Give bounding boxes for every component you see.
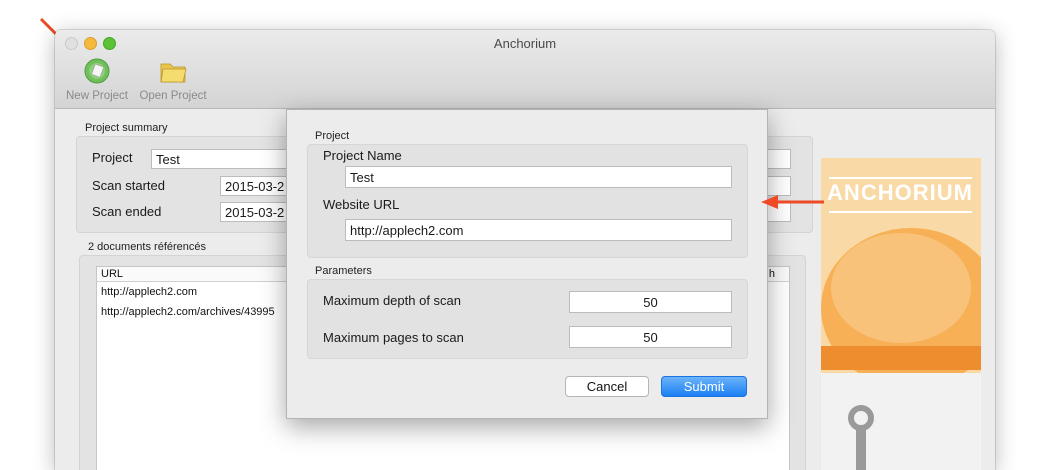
open-project-button[interactable]: Open Project	[135, 56, 211, 102]
new-project-sheet: Project Project Name Test Website URL ht…	[286, 109, 768, 419]
documents-label: 2 documents référencés	[88, 241, 207, 253]
banner-text: ANCHORIUM	[827, 180, 973, 205]
project-label: Project	[92, 150, 133, 165]
new-project-button[interactable]: New Project	[62, 56, 132, 102]
parameters-group-label: Parameters	[315, 265, 372, 277]
column-right-header[interactable]: h	[769, 268, 775, 280]
new-project-label: New Project	[66, 90, 128, 102]
table-row[interactable]: http://applech2.com	[101, 286, 197, 298]
project-group-label: Project	[315, 130, 350, 142]
project-summary-label: Project summary	[85, 122, 168, 134]
submit-button[interactable]: Submit	[661, 376, 747, 397]
banner-line-bottom	[829, 211, 972, 213]
window-title: Anchorium	[493, 36, 557, 51]
cancel-button[interactable]: Cancel	[565, 376, 649, 397]
anchorium-banner: ANCHORIUM	[821, 158, 981, 470]
table-row[interactable]: http://applech2.com/archives/43995	[101, 306, 275, 318]
max-depth-input[interactable]: 50	[569, 291, 732, 313]
website-url-label: Website URL	[323, 197, 400, 212]
parameters-group-box: Maximum depth of scan 50 Maximum pages t…	[307, 279, 748, 359]
column-url-header[interactable]: URL	[101, 268, 123, 280]
annotation-arrow-sheet	[761, 195, 824, 209]
project-group-box: Project Name Test Website URL http://app…	[307, 144, 748, 258]
project-name-input[interactable]: Test	[345, 166, 732, 188]
folder-icon	[158, 56, 188, 86]
website-url-input[interactable]: http://applech2.com	[345, 219, 732, 241]
scan-ended-label: Scan ended	[92, 204, 162, 219]
scan-started-label: Scan started	[92, 178, 165, 193]
max-pages-label: Maximum pages to scan	[323, 330, 464, 345]
max-depth-label: Maximum depth of scan	[323, 293, 462, 308]
max-pages-input[interactable]: 50	[569, 326, 732, 348]
anchorium-logo-icon	[821, 228, 981, 470]
banner-line-top	[829, 177, 972, 179]
project-name-label: Project Name	[323, 148, 402, 163]
titlebar: Anchorium New Project Open Project	[55, 30, 995, 109]
open-project-label: Open Project	[139, 90, 207, 102]
new-project-icon	[82, 56, 112, 86]
